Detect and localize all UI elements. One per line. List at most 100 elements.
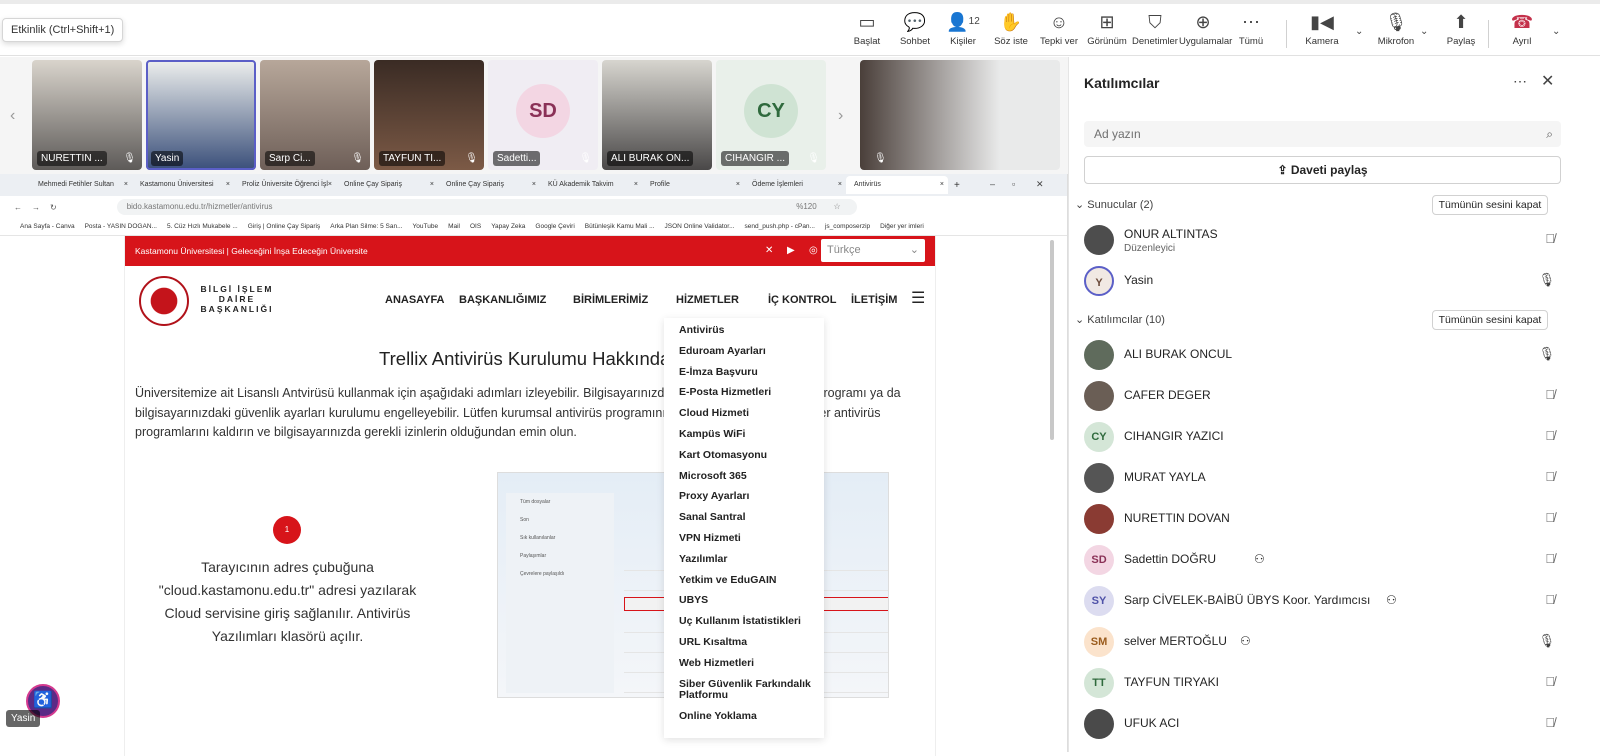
menu-item[interactable]: Sanal Santral	[664, 507, 824, 528]
nav-contact[interactable]: İLETİŞİM	[851, 294, 897, 306]
close-icon[interactable]: ×	[328, 176, 332, 194]
participant-row[interactable]: TT TAYFUN TIRYAKI 🎙̸	[1084, 666, 1561, 702]
menu-item[interactable]: Antivirüs	[664, 320, 824, 341]
menu-item[interactable]: Microsoft 365	[664, 466, 824, 487]
bookmark[interactable]: Arka Plan Silme: 5 San...	[330, 223, 402, 230]
browser-tab[interactable]: KÜ Akademik Takvim ×	[540, 176, 642, 194]
bookmark[interactable]: Posta - YASIN DOGAN...	[85, 223, 157, 230]
video-tile[interactable]: TAYFUN TI... 🎙	[374, 60, 484, 170]
nav-internal-control[interactable]: İÇ KONTROL	[768, 294, 836, 306]
menu-item[interactable]: Eduroam Ayarları	[664, 341, 824, 362]
instagram-icon[interactable]: ◎	[809, 236, 818, 266]
bookmark[interactable]: js_composerzip	[825, 223, 870, 230]
presenters-section-header[interactable]: ⌄ Sunucular (2)	[1075, 198, 1153, 211]
url-input[interactable]: bido.kastamonu.edu.tr/hizmetler/antiviru…	[116, 199, 857, 215]
menu-item[interactable]: Yetkim ve EduGAIN	[664, 570, 824, 591]
close-icon[interactable]: ×	[124, 176, 128, 194]
participant-row[interactable]: CY CIHANGIR YAZICI 🎙̸	[1084, 420, 1561, 456]
chevron-right-icon[interactable]: ›	[838, 107, 843, 125]
presenter-video-tile[interactable]: 🎙	[860, 60, 1060, 170]
close-icon[interactable]: ×	[226, 176, 230, 194]
close-icon[interactable]: ×	[430, 176, 434, 194]
start-button[interactable]: ▭ Başlat	[843, 12, 891, 56]
star-icon[interactable]: ☆	[834, 199, 841, 215]
browser-tab[interactable]: Online Çay Sipariş ×	[336, 176, 438, 194]
window-close-icon[interactable]: ✕	[1036, 179, 1044, 190]
university-logo[interactable]	[139, 276, 189, 326]
browser-tab[interactable]: Mehmedi Fetihler Sultan ×	[30, 176, 132, 194]
bookmark[interactable]: 5. Cüz Hızlı Mukabele ...	[167, 223, 238, 230]
camera-button[interactable]: ▮◀ Kamera	[1296, 12, 1348, 56]
browser-tab[interactable]: Proliz Üniversite Öğrenci İşl ×	[234, 176, 336, 194]
video-tile-selected[interactable]: Yasin	[146, 60, 256, 170]
menu-item[interactable]: Yazılımlar	[664, 549, 824, 570]
bookmark[interactable]: Giriş | Online Çay Sipariş	[248, 223, 321, 230]
participant-row[interactable]: ALI BURAK ONCUL 🎙	[1084, 338, 1561, 374]
reload-icon[interactable]: ↻	[50, 203, 57, 212]
mic-options-chevron-icon[interactable]: ⌄	[1420, 26, 1428, 37]
video-tile[interactable]: NURETTIN ... 🎙	[32, 60, 142, 170]
participant-row[interactable]: SY Sarp CİVELEK-BAİBÜ ÜBYS Koor. Yardımcı…	[1084, 584, 1561, 620]
nav-presidency[interactable]: BAŞKANLIĞIMIZ	[459, 294, 546, 306]
avatar-tile[interactable]: SD Sadetti... 🎙	[488, 60, 598, 170]
bookmark[interactable]: YouTube	[413, 223, 439, 230]
participant-row[interactable]: NURETTIN DOVAN 🎙̸	[1084, 502, 1561, 538]
minimize-icon[interactable]: –	[990, 179, 995, 189]
new-tab-icon[interactable]: +	[954, 180, 960, 191]
chevron-left-icon[interactable]: ‹	[10, 107, 15, 125]
menu-item[interactable]: Siber Güvenlik Farkındalık Platformu	[664, 674, 814, 706]
participant-row[interactable]: Y Yasin 🎙	[1084, 264, 1561, 300]
forward-icon[interactable]: →	[32, 203, 40, 212]
mute-all-presenters-button[interactable]: Tümünün sesini kapat	[1432, 195, 1548, 215]
mic-button[interactable]: 🎙 Mikrofon	[1368, 12, 1424, 56]
browser-tab[interactable]: Ödeme İşlemleri ×	[744, 176, 846, 194]
menu-item[interactable]: Proxy Ayarları	[664, 486, 824, 507]
more-options-icon[interactable]: ⋯	[1513, 73, 1527, 90]
leave-button[interactable]: ☎ Ayrıl	[1496, 12, 1548, 56]
participant-row[interactable]: SM selver MERTOĞLU ⚇ 🎙	[1084, 625, 1561, 661]
youtube-icon[interactable]: ▶	[787, 236, 795, 266]
menu-item[interactable]: E-İmza Başvuru	[664, 362, 824, 383]
close-icon[interactable]: ×	[736, 176, 740, 194]
hamburger-menu-icon[interactable]: ☰	[911, 291, 929, 307]
menu-item[interactable]: Kampüs WiFi	[664, 424, 824, 445]
participant-search-input[interactable]: Ad yazın ⌕	[1084, 121, 1561, 147]
bookmark[interactable]: Ana Sayfa - Canva	[20, 223, 75, 230]
page-scrollbar[interactable]	[1050, 240, 1054, 440]
bookmark[interactable]: send_push.php - cPan...	[745, 223, 815, 230]
bookmark[interactable]: Mail	[448, 223, 460, 230]
browser-tab-active[interactable]: Antivirüs ×	[846, 176, 948, 194]
bookmark[interactable]: OIS	[470, 223, 481, 230]
share-button[interactable]: ⬆ Paylaş	[1436, 12, 1486, 56]
bookmark[interactable]: Google Çeviri	[535, 223, 574, 230]
leave-options-chevron-icon[interactable]: ⌄	[1552, 26, 1560, 37]
language-select[interactable]: Türkçe ⌄	[821, 239, 925, 262]
video-tile[interactable]: Sarp Ci... 🎙	[260, 60, 370, 170]
controls-button[interactable]: ⛉ Denetimler	[1131, 12, 1179, 56]
menu-item[interactable]: VPN Hizmeti	[664, 528, 824, 549]
participant-row[interactable]: MURAT YAYLA 🎙̸	[1084, 461, 1561, 497]
participant-row[interactable]: UFUK ACI 🎙̸	[1084, 707, 1561, 743]
video-tile[interactable]: ALI BURAK ON...	[602, 60, 712, 170]
avatar-tile[interactable]: CY CIHANGIR ... 🎙	[716, 60, 826, 170]
mute-all-attendees-button[interactable]: Tümünün sesini kapat	[1432, 310, 1548, 330]
menu-item[interactable]: Uç Kullanım İstatistikleri	[664, 611, 824, 632]
view-button[interactable]: ⊞ Görünüm	[1083, 12, 1131, 56]
zoom-level[interactable]: %120	[796, 199, 816, 215]
bookmark[interactable]: Bütünleşik Kamu Mali ...	[585, 223, 655, 230]
participant-row[interactable]: ONUR ALTINTAS Düzenleyici 🎙̸	[1084, 223, 1561, 259]
bookmark[interactable]: Yapay Zeka	[491, 223, 525, 230]
close-icon[interactable]: ×	[634, 176, 638, 194]
raise-hand-button[interactable]: ✋ Söz iste	[987, 12, 1035, 56]
nav-home[interactable]: ANASAYFA	[385, 294, 445, 306]
bookmark[interactable]: Diğer yer imleri	[880, 223, 924, 230]
people-button[interactable]: 👤12 Kişiler	[939, 12, 987, 59]
apps-button[interactable]: ⊕ Uygulamalar	[1179, 12, 1232, 56]
close-icon[interactable]: ×	[838, 176, 842, 194]
browser-tab[interactable]: Online Çay Sipariş ×	[438, 176, 540, 194]
close-icon[interactable]: ×	[940, 176, 944, 194]
maximize-icon[interactable]: ▫	[1012, 179, 1015, 189]
attendees-section-header[interactable]: ⌄ Katılımcılar (10)	[1075, 313, 1165, 326]
menu-item[interactable]: Cloud Hizmeti	[664, 403, 824, 424]
chat-button[interactable]: 💬 Sohbet	[891, 12, 939, 56]
